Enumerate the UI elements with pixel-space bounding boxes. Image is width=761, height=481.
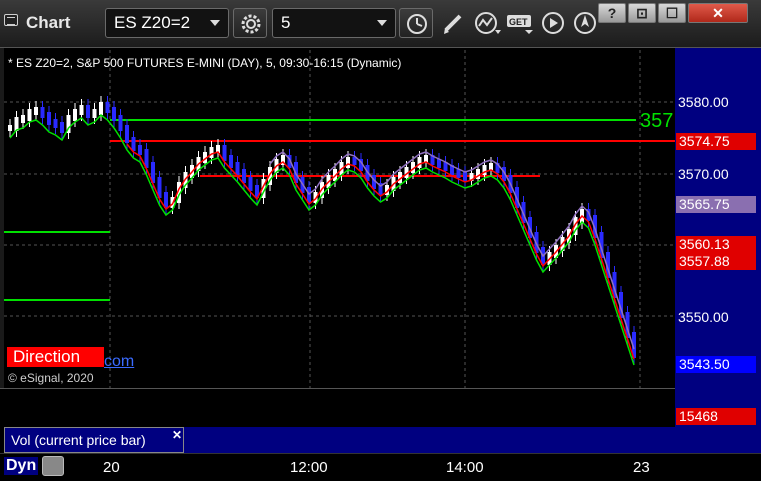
candle xyxy=(248,177,253,191)
time-label: 14:00 xyxy=(446,459,484,476)
time-label: 23 xyxy=(633,459,650,476)
candle xyxy=(34,107,38,115)
candle xyxy=(138,145,142,155)
candle xyxy=(40,107,45,118)
chart-header: * ES Z20=2, S&P 500 FUTURES E-MINI (DAY)… xyxy=(8,56,402,70)
candle xyxy=(463,172,467,181)
green-moving-average xyxy=(9,113,635,366)
candle xyxy=(99,102,103,115)
candle xyxy=(27,109,32,121)
close-icon[interactable]: ✕ xyxy=(172,428,182,442)
candle xyxy=(21,115,25,123)
candle xyxy=(125,125,129,143)
candle xyxy=(86,105,90,118)
candle xyxy=(53,119,58,128)
candle xyxy=(229,155,233,168)
candle xyxy=(79,105,84,115)
price-axis-label: 3570.00 xyxy=(678,166,729,182)
volume-legend: Vol (current price bar) xyxy=(4,427,184,453)
price-axis-label: 3580.00 xyxy=(678,94,729,110)
candle xyxy=(92,109,97,118)
price-tag: 3543.50 xyxy=(676,356,756,373)
lock-icon[interactable] xyxy=(42,456,64,476)
price-tag: 3560.13 xyxy=(676,236,756,253)
candle xyxy=(73,109,77,121)
time-label: 20 xyxy=(103,459,120,476)
time-label: 12:00 xyxy=(290,459,328,476)
direction-label[interactable]: Direction xyxy=(7,347,104,367)
volume-panel[interactable] xyxy=(0,388,675,426)
candle xyxy=(131,137,136,151)
candle xyxy=(235,162,240,175)
candle xyxy=(242,169,246,183)
candle xyxy=(60,122,64,133)
candle xyxy=(47,112,51,125)
price-tag: 3557.88 xyxy=(676,253,756,270)
link-fragment[interactable]: com xyxy=(104,353,134,371)
volume-legend-bar xyxy=(184,427,675,453)
candle xyxy=(105,102,110,113)
candle xyxy=(112,107,116,121)
price-tag: 3565.75 xyxy=(676,196,756,213)
copyright-text: © eSignal, 2020 xyxy=(8,371,94,385)
candle xyxy=(346,157,350,168)
candle xyxy=(8,125,12,131)
price-axis-label: 3550.00 xyxy=(678,309,729,325)
candle xyxy=(417,157,422,168)
mode-label[interactable]: Dyn xyxy=(4,457,39,475)
volume-tag: 15468 xyxy=(676,408,756,425)
price-tag: 3574.75 xyxy=(676,133,756,150)
overlay-value: 357 xyxy=(640,110,674,132)
candle xyxy=(209,147,214,158)
candle xyxy=(118,115,123,131)
